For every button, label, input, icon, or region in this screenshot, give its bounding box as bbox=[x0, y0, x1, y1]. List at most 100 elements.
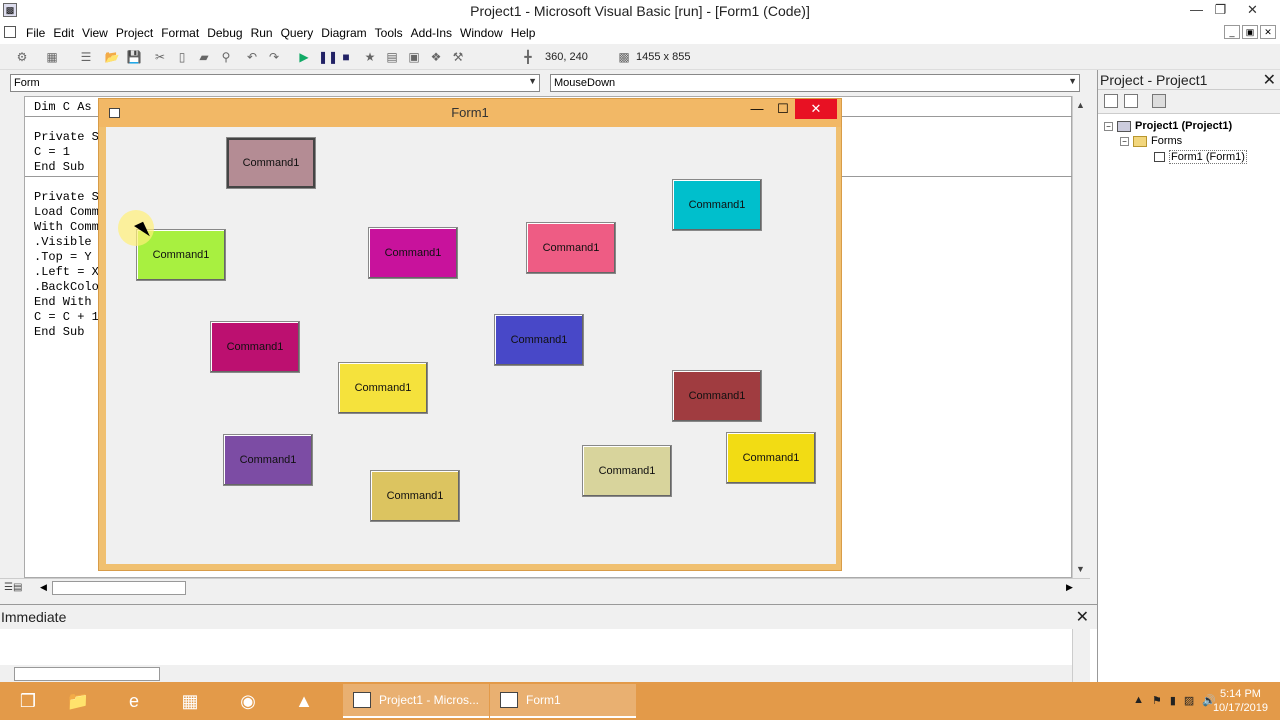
mdi-minimize-icon[interactable]: _ bbox=[1224, 25, 1240, 39]
paste-icon[interactable]: ▰ bbox=[196, 49, 212, 65]
windows-start-icon[interactable]: ❒ bbox=[0, 682, 56, 720]
maximize-icon[interactable]: ☐ bbox=[773, 101, 793, 117]
view-code-icon[interactable] bbox=[1104, 94, 1118, 108]
store-icon[interactable]: ▦ bbox=[162, 682, 218, 720]
file-explorer-icon[interactable]: 📁 bbox=[50, 682, 106, 720]
menu-window[interactable]: Window bbox=[456, 26, 507, 40]
open-project-icon[interactable]: 📂 bbox=[104, 49, 120, 65]
procedure-combo[interactable]: MouseDown ▼ bbox=[550, 74, 1080, 92]
mdi-restore-icon[interactable]: ▣ bbox=[1242, 25, 1258, 39]
copy-icon[interactable]: ▯ bbox=[174, 49, 190, 65]
code-vertical-scrollbar[interactable]: ▲ ▼ bbox=[1072, 96, 1090, 578]
clock[interactable]: 5:14 PM 10/17/2019 bbox=[1213, 687, 1268, 715]
immediate-horizontal-scrollbar[interactable] bbox=[0, 665, 1072, 683]
add-form-icon[interactable]: ▦ bbox=[44, 49, 60, 65]
menu-run[interactable]: Run bbox=[247, 26, 277, 40]
close-icon[interactable]: ✕ bbox=[795, 99, 837, 119]
scroll-left-icon[interactable]: ◀ bbox=[40, 582, 47, 593]
menu-add-ins[interactable]: Add-Ins bbox=[407, 26, 456, 40]
view-toggle-icon[interactable]: ☰▤ bbox=[4, 582, 22, 593]
find-icon[interactable]: ⚲ bbox=[218, 49, 234, 65]
command-button[interactable]: Command1 bbox=[672, 179, 762, 231]
command-button[interactable]: Command1 bbox=[672, 370, 762, 422]
tree-node-project[interactable]: − Project1 (Project1) bbox=[1104, 120, 1232, 132]
menu-view[interactable]: View bbox=[78, 26, 112, 40]
command-button[interactable]: Command1 bbox=[582, 445, 672, 497]
code-line: End Sub bbox=[34, 325, 85, 339]
chevron-down-icon[interactable]: ▼ bbox=[528, 76, 537, 86]
scroll-down-icon[interactable]: ▼ bbox=[1076, 564, 1085, 574]
command-button[interactable]: Command1 bbox=[370, 470, 460, 522]
menu-file[interactable]: File bbox=[22, 26, 49, 40]
menu-tools[interactable]: Tools bbox=[371, 26, 407, 40]
code-horizontal-scrollbar[interactable]: ☰▤ ◀ ▶ bbox=[0, 578, 1090, 596]
command-button[interactable]: Command1 bbox=[223, 434, 313, 486]
close-icon[interactable]: ✕ bbox=[1263, 70, 1276, 90]
immediate-title: Immediate bbox=[1, 609, 67, 625]
battery-icon[interactable]: ▮ bbox=[1170, 694, 1176, 707]
command-button[interactable]: Command1 bbox=[226, 137, 316, 189]
immediate-window: Immediate ✕ bbox=[0, 604, 1097, 683]
redo-icon[interactable]: ↷ bbox=[266, 49, 282, 65]
network-icon[interactable]: ▨ bbox=[1184, 694, 1194, 707]
command-button[interactable]: Command1 bbox=[210, 321, 300, 373]
tree-node-forms[interactable]: − Forms bbox=[1120, 135, 1182, 147]
menu-format[interactable]: Format bbox=[157, 26, 203, 40]
view-object-icon[interactable] bbox=[1124, 94, 1138, 108]
code-line: Load Comm bbox=[34, 205, 99, 219]
start-icon[interactable]: ▶ bbox=[296, 49, 312, 65]
object-combo[interactable]: Form ▼ bbox=[10, 74, 540, 92]
command-button[interactable]: Command1 bbox=[726, 432, 816, 484]
object-browser-icon[interactable]: ❖ bbox=[428, 49, 444, 65]
taskbar-item-vb[interactable]: Project1 - Micros... bbox=[343, 684, 489, 718]
firefox-icon[interactable]: ◉ bbox=[220, 682, 276, 720]
code-line: Dim C As bbox=[34, 100, 92, 114]
collapse-icon[interactable]: − bbox=[1104, 121, 1113, 131]
menu-editor-icon[interactable]: ☰ bbox=[78, 49, 94, 65]
properties-window-icon[interactable]: ▤ bbox=[384, 49, 400, 65]
command-button[interactable]: Command1 bbox=[368, 227, 458, 279]
chevron-up-icon[interactable]: ▲ bbox=[1133, 694, 1144, 707]
save-project-icon[interactable]: 💾 bbox=[126, 49, 142, 65]
title-bar: ▩ Project1 - Microsoft Visual Basic [run… bbox=[0, 0, 1280, 22]
scroll-right-icon[interactable]: ▶ bbox=[1066, 582, 1073, 593]
command-button[interactable]: Command1 bbox=[338, 362, 428, 414]
form-layout-icon[interactable]: ▣ bbox=[406, 49, 422, 65]
toggle-folders-icon[interactable] bbox=[1152, 94, 1166, 108]
tree-node-form1[interactable]: Form1 (Form1) bbox=[1154, 150, 1247, 164]
collapse-icon[interactable]: − bbox=[1120, 136, 1129, 146]
undo-icon[interactable]: ↶ bbox=[244, 49, 260, 65]
add-project-icon[interactable]: ⚙ bbox=[14, 49, 30, 65]
mdi-close-icon[interactable]: ✕ bbox=[1260, 25, 1276, 39]
form1-client-area[interactable]: Command1 Command1 Command1 Command1 Comm… bbox=[106, 127, 836, 564]
scroll-up-icon[interactable]: ▲ bbox=[1076, 100, 1085, 110]
close-icon[interactable]: ✕ bbox=[1076, 607, 1089, 627]
scroll-thumb[interactable] bbox=[52, 581, 186, 595]
end-icon[interactable]: ■ bbox=[338, 49, 354, 65]
break-icon[interactable]: ❚❚ bbox=[318, 49, 338, 65]
menu-project[interactable]: Project bbox=[112, 26, 157, 40]
cut-icon[interactable]: ✂ bbox=[152, 49, 168, 65]
vlc-icon[interactable]: ▲ bbox=[276, 682, 332, 720]
immediate-vertical-scrollbar[interactable] bbox=[1072, 629, 1090, 683]
form1-title-bar[interactable]: Form1 — ☐ ✕ bbox=[99, 99, 841, 127]
minimize-icon[interactable]: — bbox=[747, 101, 767, 116]
menu-help[interactable]: Help bbox=[507, 26, 540, 40]
menu-edit[interactable]: Edit bbox=[49, 26, 78, 40]
code-window-icon[interactable] bbox=[4, 26, 16, 38]
close-button[interactable]: ✕ bbox=[1230, 0, 1275, 22]
internet-explorer-icon[interactable]: e bbox=[106, 682, 162, 720]
toolbox-icon[interactable]: ⚒ bbox=[450, 49, 466, 65]
project-explorer-icon[interactable]: ★ bbox=[362, 49, 378, 65]
taskbar-item-form1[interactable]: Form1 bbox=[490, 684, 636, 718]
flag-icon[interactable]: ⚑ bbox=[1152, 694, 1162, 707]
command-button[interactable]: Command1 bbox=[494, 314, 584, 366]
chevron-down-icon[interactable]: ▼ bbox=[1068, 76, 1077, 86]
scroll-thumb[interactable] bbox=[14, 667, 160, 681]
menu-query[interactable]: Query bbox=[277, 26, 318, 40]
menu-diagram[interactable]: Diagram bbox=[317, 26, 370, 40]
menu-debug[interactable]: Debug bbox=[203, 26, 246, 40]
size-icon: ▩ bbox=[618, 50, 630, 64]
command-button[interactable]: Command1 bbox=[526, 222, 616, 274]
project-explorer-title: Project - Project1 bbox=[1100, 72, 1208, 88]
